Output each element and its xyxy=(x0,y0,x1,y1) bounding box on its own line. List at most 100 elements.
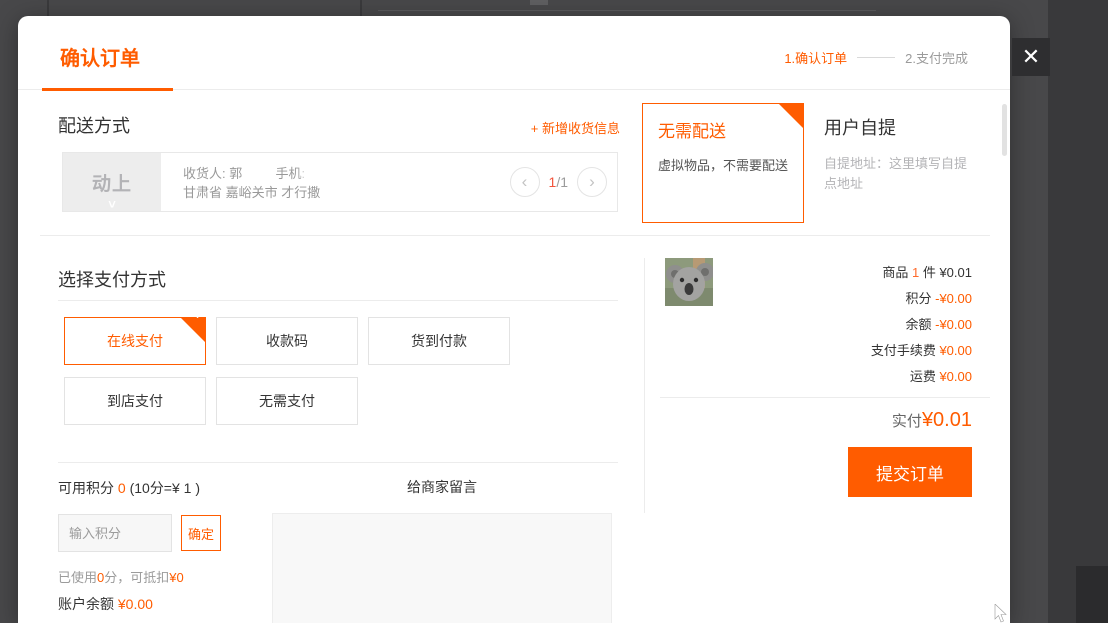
recipient-name: 郭 xyxy=(229,166,242,181)
payment-method-label: 无需支付 xyxy=(259,393,315,409)
address-card[interactable]: 动上 ˅ 收货人: 郭 手机: 甘肃省 嘉峪关市 才行撒 ‹ 1/1 › xyxy=(62,152,618,212)
points-divider xyxy=(58,462,618,463)
payment-method-label: 在线支付 xyxy=(107,333,163,349)
points-available: 0 xyxy=(118,480,126,496)
price-breakdown: 商品 1 件 ¥0.01 积分 -¥0.00 余额 -¥0.00 支付手续费 ¥… xyxy=(871,260,972,390)
points-confirm-button[interactable]: 确定 xyxy=(181,515,221,551)
page-title: 确认订单 xyxy=(60,42,140,71)
merchant-message-label: 给商家留言 xyxy=(272,477,612,497)
payment-method-label: 收款码 xyxy=(266,333,308,349)
backdrop-corner-patch xyxy=(1076,566,1108,623)
used-prefix: 已使用 xyxy=(58,570,97,585)
delivery-option-self-pickup[interactable]: 用户自提 自提地址：这里填写自提点地址 xyxy=(824,114,984,194)
row-label: 余额 xyxy=(905,317,931,332)
total-value: ¥0.01 xyxy=(922,409,972,431)
points-rate-note: (10分=¥ 1 ) xyxy=(130,480,200,496)
address-pagination: ‹ 1/1 › xyxy=(510,153,607,211)
modal-scrollbar[interactable] xyxy=(1002,104,1007,156)
submit-order-button[interactable]: 提交订单 xyxy=(848,447,972,497)
row-value: ¥0.00 xyxy=(939,369,972,384)
payment-method-cod[interactable]: 货到付款 xyxy=(368,317,510,365)
option-description: 虚拟物品，不需要配送 xyxy=(658,155,788,174)
summary-row-points: 积分 -¥0.00 xyxy=(871,286,972,312)
address-info: 收货人: 郭 手机: 甘肃省 嘉峪关市 才行撒 xyxy=(161,153,427,211)
checkout-steps: 1.确认订单 2.支付完成 xyxy=(784,48,968,67)
summary-row-shipping: 运费 ¥0.00 xyxy=(871,364,972,390)
balance-value: ¥0.00 xyxy=(118,596,153,612)
active-tab-underline xyxy=(42,88,173,91)
row-label: 运费 xyxy=(910,369,936,384)
payment-method-online[interactable]: 在线支付 ✓ xyxy=(64,317,206,365)
confirm-order-modal: 确认订单 1.确认订单 2.支付完成 配送方式 + 新增收货信息 动上 ˅ 收货… xyxy=(18,16,1010,623)
close-icon: ✕ xyxy=(1022,44,1040,69)
step-confirm-order: 1.确认订单 xyxy=(784,48,847,67)
step-separator xyxy=(857,57,895,58)
backdrop-divider xyxy=(47,0,49,16)
check-icon: ✓ xyxy=(793,79,802,92)
chevron-down-icon: ˅ xyxy=(63,199,161,211)
row-label: 积分 xyxy=(905,291,931,306)
deduct-value: ¥0 xyxy=(169,570,183,585)
row-value: -¥0.00 xyxy=(935,317,972,332)
backdrop-rule xyxy=(378,10,876,11)
used-mid: 分，可抵扣 xyxy=(104,570,169,585)
payment-method-instore[interactable]: 到店支付 xyxy=(64,377,206,425)
account-balance-row: 账户余额 ¥0.00 xyxy=(58,594,153,614)
selected-corner-badge xyxy=(778,103,804,129)
payment-method-none[interactable]: 无需支付 xyxy=(216,377,358,425)
step-payment-complete: 2.支付完成 xyxy=(905,48,968,67)
points-used-note: 已使用0分，可抵扣¥0 xyxy=(58,567,184,586)
recipient-label: 收货人: xyxy=(183,166,226,181)
close-button[interactable]: ✕ xyxy=(1012,38,1050,76)
balance-label: 账户余额 xyxy=(58,596,114,612)
check-icon: ✓ xyxy=(195,293,204,339)
product-thumbnail xyxy=(665,258,713,306)
payment-section-title: 选择支付方式 xyxy=(58,266,166,292)
chevron-right-icon: › xyxy=(589,172,595,191)
backdrop-text-fragment xyxy=(530,0,548,5)
option-label: 用户自提 xyxy=(824,114,984,140)
points-label: 可用积分 xyxy=(58,480,114,496)
option-description: 自提地址：这里填写自提点地址 xyxy=(824,154,972,194)
option-label: 无需配送 xyxy=(658,117,788,142)
payment-method-label: 货到付款 xyxy=(411,333,467,349)
pagination-indicator: 1/1 xyxy=(549,174,568,190)
mouse-cursor xyxy=(994,604,1008,623)
summary-divider-vertical xyxy=(644,258,645,513)
summary-row-balance: 余额 -¥0.00 xyxy=(871,312,972,338)
merchant-message-textarea[interactable] xyxy=(272,513,612,623)
delivery-option-no-shipping[interactable]: 无需配送 虚拟物品，不需要配送 ✓ xyxy=(642,103,804,223)
available-points-row: 可用积分 0 (10分=¥ 1 ) xyxy=(58,478,200,498)
total-row: 实付¥0.01 xyxy=(892,409,972,432)
row-label: 支付手续费 xyxy=(871,343,936,358)
address-line: 甘肃省 嘉峪关市 才行撒 xyxy=(183,183,427,202)
row-value: ¥0.01 xyxy=(939,265,972,280)
next-address-button[interactable]: › xyxy=(577,167,607,197)
prev-address-button[interactable]: ‹ xyxy=(510,167,540,197)
row-unit: 件 xyxy=(923,265,936,280)
row-label: 商品 xyxy=(882,265,908,280)
address-tag-label: 动上 xyxy=(92,169,132,196)
chevron-left-icon: ‹ xyxy=(522,172,528,191)
pagination-total: 1 xyxy=(560,174,568,190)
koala-image xyxy=(665,258,713,306)
delivery-section-title: 配送方式 xyxy=(58,112,130,138)
row-value: ¥0.00 xyxy=(939,343,972,358)
payment-method-label: 到店支付 xyxy=(107,393,163,409)
points-input[interactable] xyxy=(58,514,172,552)
modal-header: 确认订单 1.确认订单 2.支付完成 xyxy=(18,16,1010,90)
add-address-link[interactable]: + 新增收货信息 xyxy=(531,118,620,137)
row-qty: 1 xyxy=(912,265,919,280)
payment-method-qrcode[interactable]: 收款码 xyxy=(216,317,358,365)
summary-row-fee: 支付手续费 ¥0.00 xyxy=(871,338,972,364)
recipient-line: 收货人: 郭 手机: xyxy=(183,163,427,183)
address-tag[interactable]: 动上 ˅ xyxy=(63,153,161,211)
total-label: 实付 xyxy=(892,413,922,430)
row-value: -¥0.00 xyxy=(935,291,972,306)
summary-row-goods: 商品 1 件 ¥0.01 xyxy=(871,260,972,286)
phone-label: 手机: xyxy=(276,166,306,181)
phone-number-redacted xyxy=(309,166,427,181)
total-divider xyxy=(660,397,990,398)
section-divider xyxy=(40,235,990,236)
payment-title-divider xyxy=(58,300,618,301)
